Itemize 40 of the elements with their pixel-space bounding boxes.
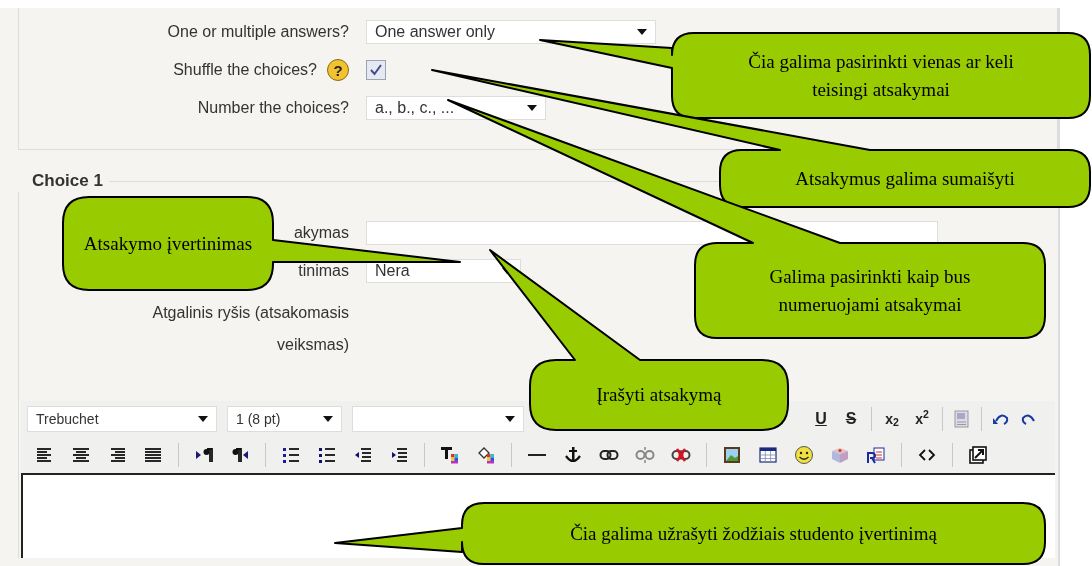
bullet-list-icon[interactable] <box>317 445 337 465</box>
dropdown[interactable]: a., b., c., ... <box>366 96 546 120</box>
fullscreen-icon[interactable] <box>968 445 988 465</box>
left-to-right-icon[interactable] <box>194 445 214 465</box>
underline-button[interactable]: U <box>808 406 834 432</box>
dropdown[interactable]: One answer only <box>366 20 656 44</box>
indent-icon[interactable] <box>389 445 409 465</box>
callout-text: Atsakymo įvertinimas <box>83 231 253 256</box>
smiley-icon[interactable] <box>794 445 814 465</box>
outdent-icon[interactable] <box>353 445 373 465</box>
dropdown[interactable]: 1 (8 pt) <box>227 406 342 432</box>
broken-link-icon[interactable] <box>635 445 655 465</box>
checkbox[interactable] <box>366 60 386 80</box>
callout-text: Atsakymus galima sumaišyti <box>795 166 1015 191</box>
superscript-button[interactable]: x$^{2}$ <box>909 406 935 432</box>
justify-icon[interactable] <box>143 445 163 465</box>
subscript-button[interactable]: x$_{2}$ <box>879 406 905 432</box>
field-label: Shuffle the choices? <box>173 60 317 80</box>
fill-color-icon[interactable] <box>476 445 496 465</box>
callout-text: Čia galima užrašyti žodžiais studento įvertinimą <box>570 521 937 546</box>
image-icon[interactable] <box>722 445 742 465</box>
field-label: tinimas <box>298 261 349 281</box>
paste-icon[interactable] <box>866 445 886 465</box>
table-icon[interactable] <box>758 445 778 465</box>
right-to-left-icon[interactable] <box>230 445 250 465</box>
field-label: Atgalinis ryšis (atsakomasis veiksmas) <box>151 303 349 355</box>
strikethrough-button[interactable]: S <box>838 406 864 432</box>
anchor-icon[interactable] <box>563 445 583 465</box>
field-label: Number the choices? <box>197 98 349 118</box>
callout-text: Čia galima pasirinkti vienas ar keli teisingi atsakymai <box>747 49 1015 102</box>
callout-text: Įrašyti atsakymą <box>596 383 722 408</box>
section-legend: Choice 1 <box>18 168 109 194</box>
numbered-list-icon[interactable] <box>281 445 301 465</box>
text-color-icon[interactable] <box>440 445 460 465</box>
field-label: One or multiple answers? <box>167 22 349 42</box>
callout-text: Galima pasirinkti kaip bus numeruojami atsakymai <box>768 264 972 317</box>
field-label: akymas <box>293 223 349 243</box>
align-center-icon[interactable] <box>71 445 91 465</box>
help-icon[interactable]: ? <box>327 59 349 81</box>
dropdown[interactable]: Trebuchet <box>27 406 217 432</box>
